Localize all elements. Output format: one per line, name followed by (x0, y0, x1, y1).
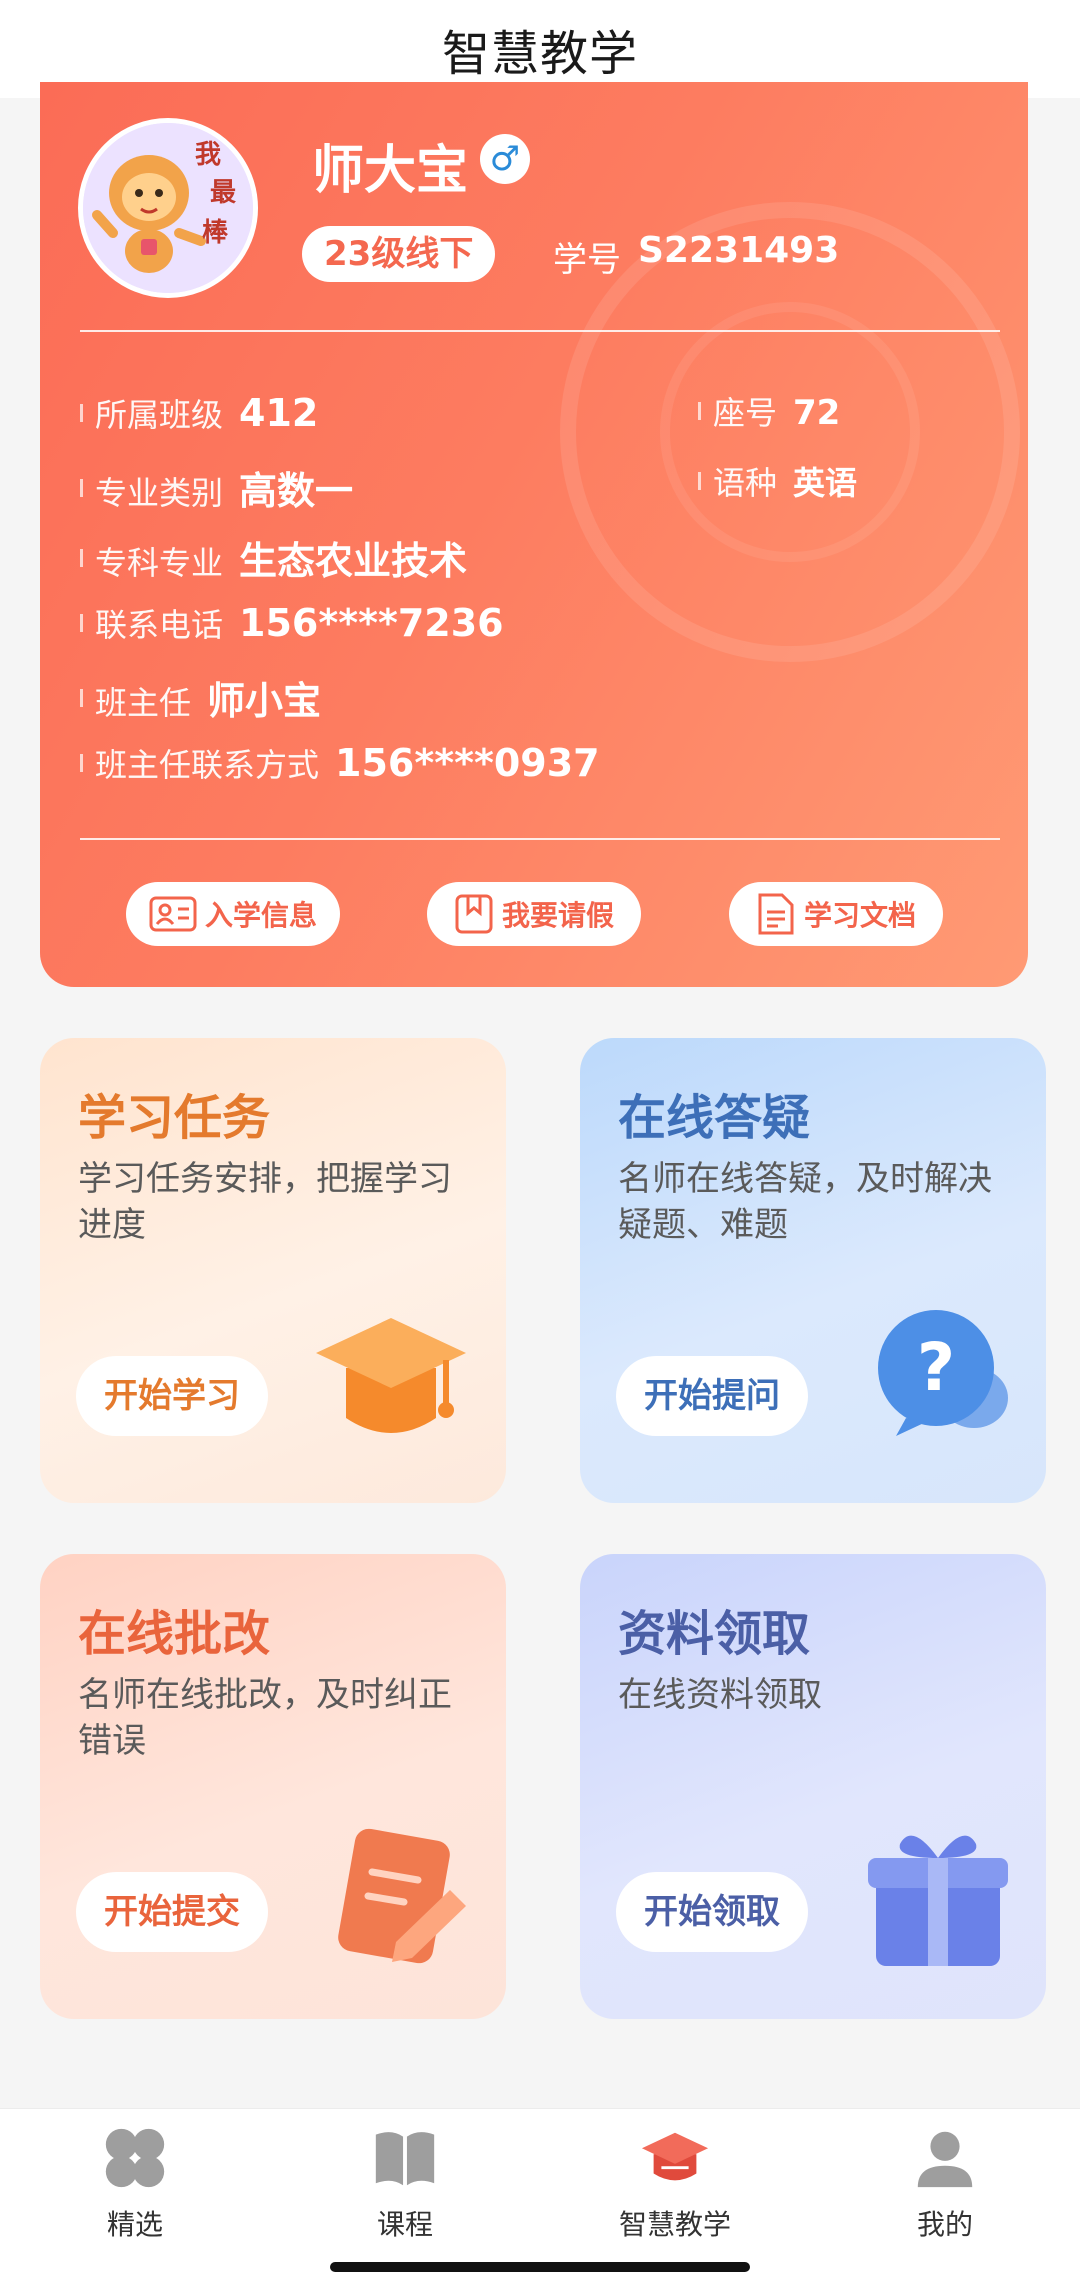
svg-text:?: ? (917, 1329, 955, 1406)
field-value: 师小宝 (207, 679, 322, 723)
app-root: 智慧教学 我 最 棒 师大宝 ♂ 23级线下 学号 S2231493 所属班级 … (0, 0, 1080, 2292)
online-grading-card[interactable]: 在线批改 名师在线批改，及时纠正错误 开始提交 (40, 1554, 506, 2019)
card-description: 在线资料领取 (618, 1675, 822, 1715)
online-qa-card[interactable]: 在线答疑 名师在线答疑，及时解决疑题、难题 开始提问 ? (580, 1038, 1046, 1503)
nav-item-mine[interactable]: 我的 (810, 2123, 1080, 2243)
student-name: 师大宝 (312, 141, 469, 201)
lion-avatar-icon: 我 最 棒 (83, 123, 253, 293)
field-value: 156****0937 (335, 741, 600, 785)
enrollment-info-button[interactable]: 入学信息 (126, 882, 340, 946)
field-label: 联系电话 (95, 606, 224, 644)
info-row-seat: 座号 72 (698, 388, 840, 434)
start-pickup-button[interactable]: 开始领取 (616, 1872, 808, 1952)
male-gender-icon: ♂ (480, 134, 530, 184)
book-icon (375, 2132, 435, 2186)
student-id-value: S2231493 (638, 230, 840, 271)
field-label: 班主任联系方式 (95, 746, 320, 784)
edit-note-icon (326, 1814, 476, 1978)
user-icon (917, 2131, 973, 2188)
avatar[interactable]: 我 最 棒 (78, 118, 258, 298)
field-value: 72 (793, 393, 841, 433)
page-title: 智慧教学 (441, 26, 638, 82)
graduation-cap-icon (306, 1298, 476, 1462)
home-indicator (330, 2262, 750, 2272)
nav-label: 精选 (106, 2208, 163, 2241)
student-id-label: 学号 (553, 240, 621, 280)
gift-icon (856, 1814, 1016, 1978)
question-bubble-icon: ? (866, 1298, 1016, 1452)
student-profile-card: 我 最 棒 师大宝 ♂ 23级线下 学号 S2231493 所属班级 412 专… (40, 82, 1028, 987)
card-title: 在线答疑 (618, 1090, 811, 1146)
nav-item-featured[interactable]: 精选 (0, 2123, 270, 2243)
start-study-button[interactable]: 开始学习 (76, 1356, 268, 1436)
svg-text:棒: 棒 (202, 218, 229, 248)
document-icon (758, 893, 794, 935)
id-card-icon (149, 896, 197, 932)
info-row-language: 语种 英语 (698, 458, 857, 504)
field-value: 生态农业技术 (239, 539, 468, 583)
start-submit-button[interactable]: 开始提交 (76, 1872, 268, 1952)
start-question-button[interactable]: 开始提问 (616, 1356, 808, 1436)
nav-label: 课程 (376, 2208, 433, 2241)
field-label: 班主任 (95, 684, 192, 722)
nav-item-courses[interactable]: 课程 (270, 2123, 540, 2243)
field-label: 专科专业 (95, 544, 224, 582)
action-label: 我要请假 (501, 899, 614, 932)
info-row-specialty: 专科专业 生态农业技术 (80, 530, 467, 585)
field-value: 156****7236 (239, 601, 504, 645)
grade-tag: 23级线下 (302, 226, 496, 282)
leave-request-button[interactable]: 我要请假 (427, 882, 641, 946)
nav-label: 智慧教学 (618, 2208, 731, 2241)
info-row-head-teacher-phone: 班主任联系方式 156****0937 (80, 740, 600, 786)
nav-item-smart-teaching[interactable]: 智慧教学 (540, 2123, 810, 2243)
svg-text:我: 我 (195, 140, 221, 170)
cap-icon (641, 2132, 709, 2181)
study-documents-button[interactable]: 学习文档 (729, 882, 943, 946)
card-description: 名师在线批改，及时纠正错误 (78, 1675, 452, 1761)
material-pickup-card[interactable]: 资料领取 在线资料领取 开始领取 (580, 1554, 1046, 2019)
card-description: 名师在线答疑，及时解决疑题、难题 (618, 1159, 992, 1245)
card-title: 学习任务 (78, 1090, 271, 1146)
card-title: 在线批改 (78, 1606, 271, 1662)
study-task-card[interactable]: 学习任务 学习任务安排，把握学习进度 开始学习 (40, 1038, 506, 1503)
nav-label: 我的 (916, 2208, 973, 2241)
card-title: 资料领取 (618, 1606, 811, 1662)
card-description: 学习任务安排，把握学习进度 (78, 1159, 452, 1245)
field-label: 语种 (713, 464, 778, 502)
divider-top (80, 330, 1000, 332)
bookmark-icon (455, 894, 493, 934)
grid-icon (105, 2128, 165, 2188)
action-label: 学习文档 (803, 899, 916, 932)
field-value: 高数一 (239, 469, 354, 513)
field-label: 专业类别 (95, 474, 224, 512)
divider-bottom (80, 838, 1000, 840)
info-row-major-category: 专业类别 高数一 (80, 460, 353, 515)
info-row-head-teacher: 班主任 师小宝 (80, 670, 321, 725)
field-label: 座号 (713, 394, 778, 432)
field-value: 412 (239, 391, 319, 435)
info-row-class: 所属班级 412 (80, 390, 318, 436)
info-row-phone: 联系电话 156****7236 (80, 600, 504, 646)
field-label: 所属班级 (95, 396, 224, 434)
field-value: 英语 (793, 464, 858, 502)
action-label: 入学信息 (204, 899, 317, 932)
svg-text:最: 最 (210, 178, 237, 208)
